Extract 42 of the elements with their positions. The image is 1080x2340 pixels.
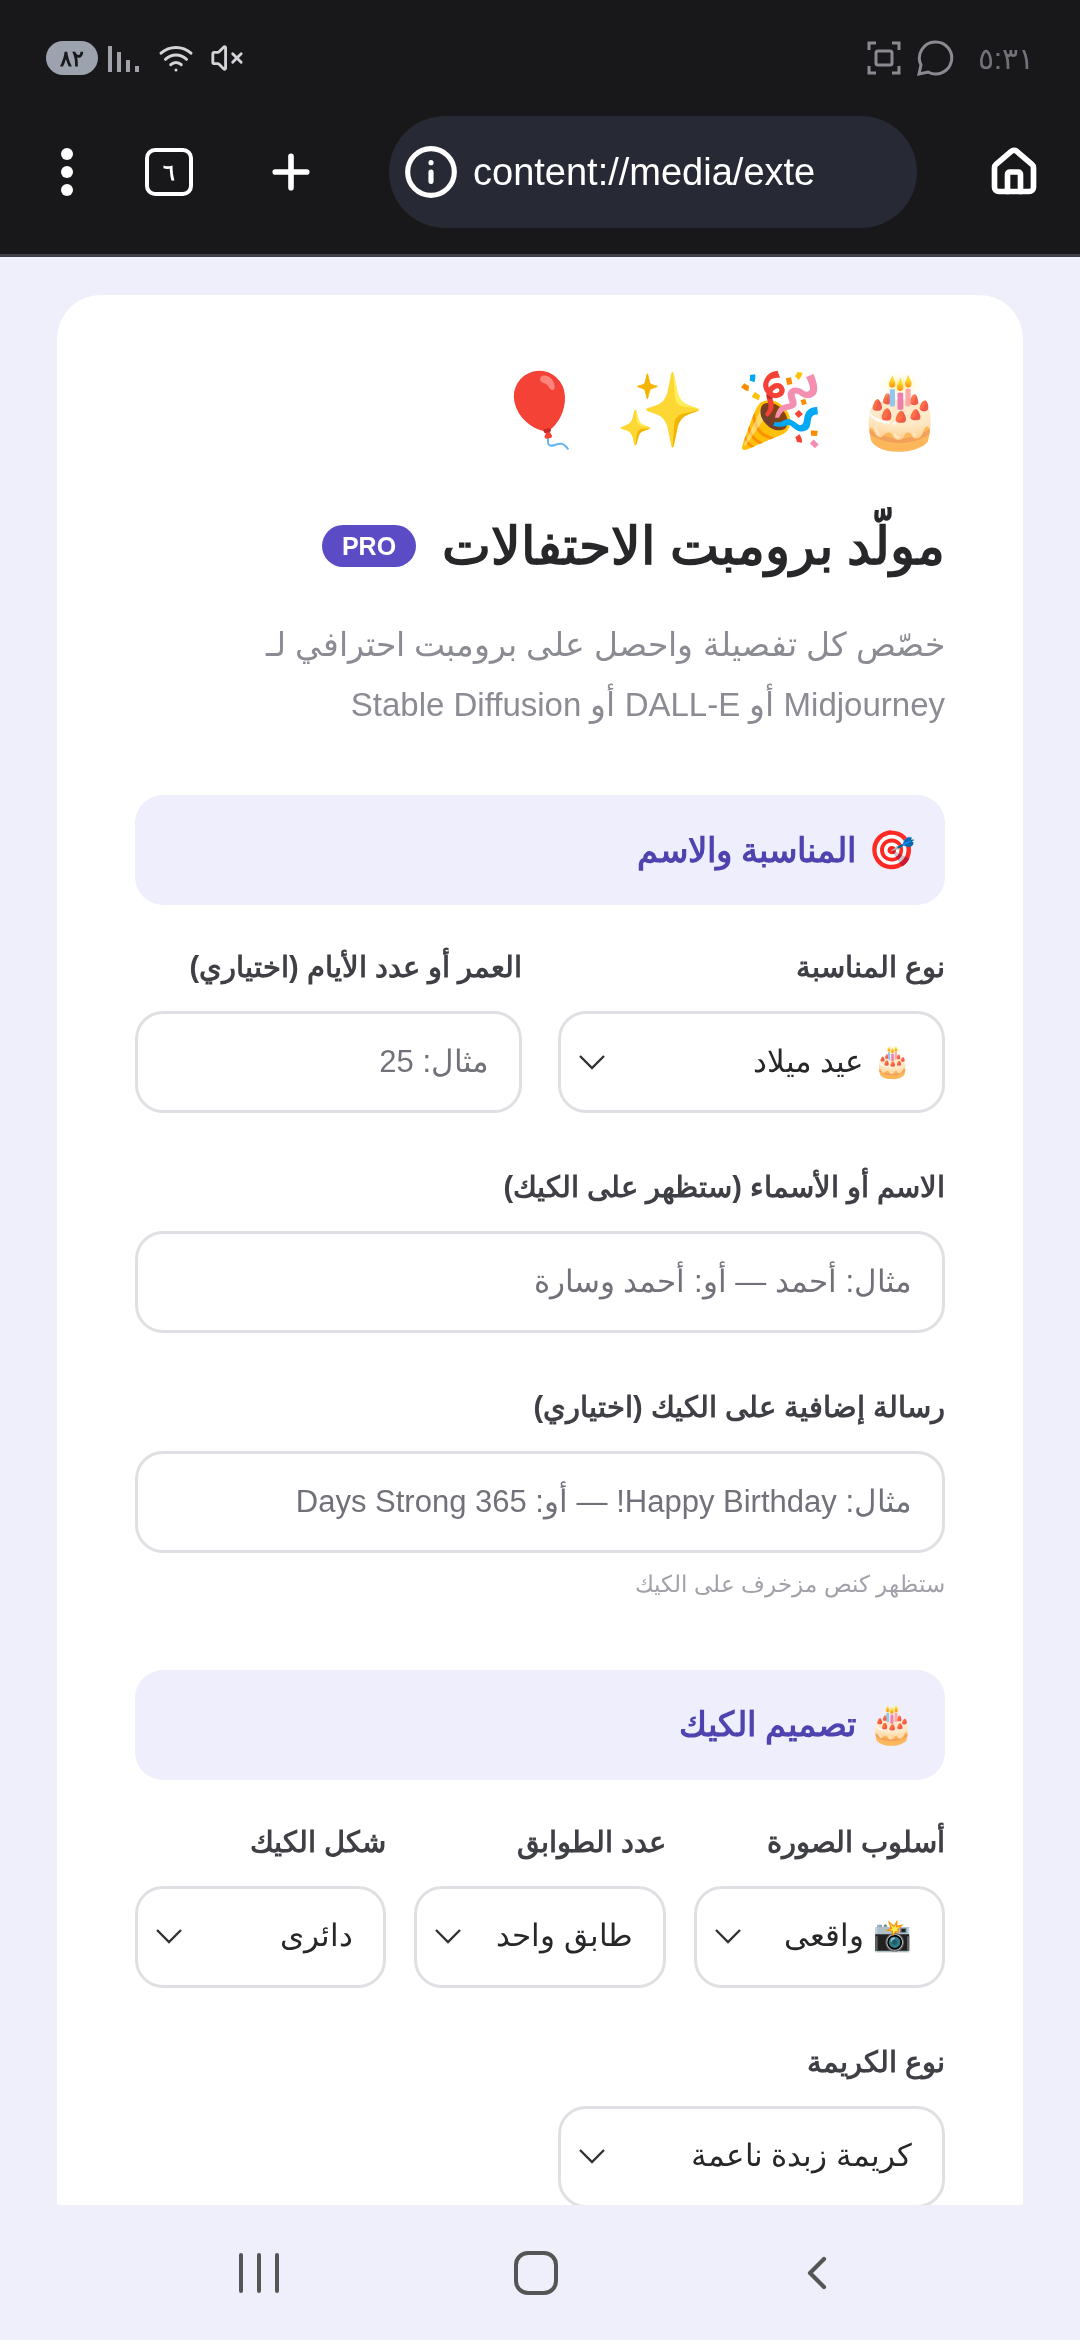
section-emoji: 🎂 xyxy=(868,1702,915,1748)
emoji: ✨ xyxy=(615,369,705,452)
chevron-down-icon xyxy=(579,2149,605,2164)
section-title: تصميم الكيك xyxy=(678,1704,856,1747)
emoji: 🎂 xyxy=(855,369,945,454)
chevron-down-icon xyxy=(579,1054,605,1070)
clock: ٥:٣١ xyxy=(977,40,1034,77)
tab-count-button[interactable]: ٦ xyxy=(145,148,193,196)
pro-badge: PRO xyxy=(321,525,417,567)
battery-indicator: ٨٢ xyxy=(46,41,98,75)
screenshot-icon xyxy=(865,40,902,76)
section-emoji: 🎯 xyxy=(868,827,915,873)
dropdown[interactable]: 📸 واقعى xyxy=(693,1885,945,1988)
field-label: نوع المناسبة xyxy=(794,950,945,987)
field-label: نوع الكريمة xyxy=(805,2044,945,2082)
input-field[interactable]: مثال: 25 xyxy=(135,1011,522,1113)
subtitle: خصّص كل تفصيلة واحصل على برومبت احترافي لـ Midjourney أو DALL-E أو Stable Diffusion xyxy=(264,625,945,726)
info-icon xyxy=(403,144,459,200)
field-label: عدد الطوابق xyxy=(515,1824,666,1862)
field-label: الاسم أو الأسماء (ستظهر على الكيك) xyxy=(135,1165,945,1209)
address-bar[interactable]: content://media/exte xyxy=(389,116,917,228)
field-label: شكل الكيك xyxy=(249,1824,387,1860)
field-hint: ستظهر كنص مزخرف على الكيك xyxy=(634,1570,945,1600)
field-label: أسلوب الصورة xyxy=(693,1819,945,1864)
input-field[interactable]: مثال: Happy Birthday! — أو: 365 Days Strong xyxy=(135,1451,945,1553)
input-field[interactable]: مثال: أحمد — أو: أحمد وسارة xyxy=(135,1231,945,1333)
chevron-down-icon xyxy=(714,1929,741,1944)
home-button-icon[interactable] xyxy=(513,2249,559,2296)
chat-icon xyxy=(915,39,954,77)
emoji: 🎈 xyxy=(495,369,585,452)
dropdown[interactable]: 🎂 عيد ميلاد xyxy=(558,1011,945,1113)
url-text: content://media/exte xyxy=(473,149,816,195)
dropdown[interactable]: طابق واحد xyxy=(414,1885,666,1988)
dropdown[interactable]: كريمة زبدة ناعمة xyxy=(558,2105,945,2205)
dropdown[interactable]: دائرى xyxy=(135,1885,387,1988)
section-title: المناسبة والاسم xyxy=(636,829,856,873)
field-label: رسالة إضافية على الكيك (اختياري) xyxy=(532,1390,945,1427)
chevron-down-icon xyxy=(435,1929,462,1944)
emoji: 🎉 xyxy=(735,369,825,452)
field-label: العمر أو عدد الأيام (اختياري) xyxy=(135,945,522,989)
more-options-icon[interactable] xyxy=(60,147,74,197)
chevron-down-icon xyxy=(156,1929,182,1944)
